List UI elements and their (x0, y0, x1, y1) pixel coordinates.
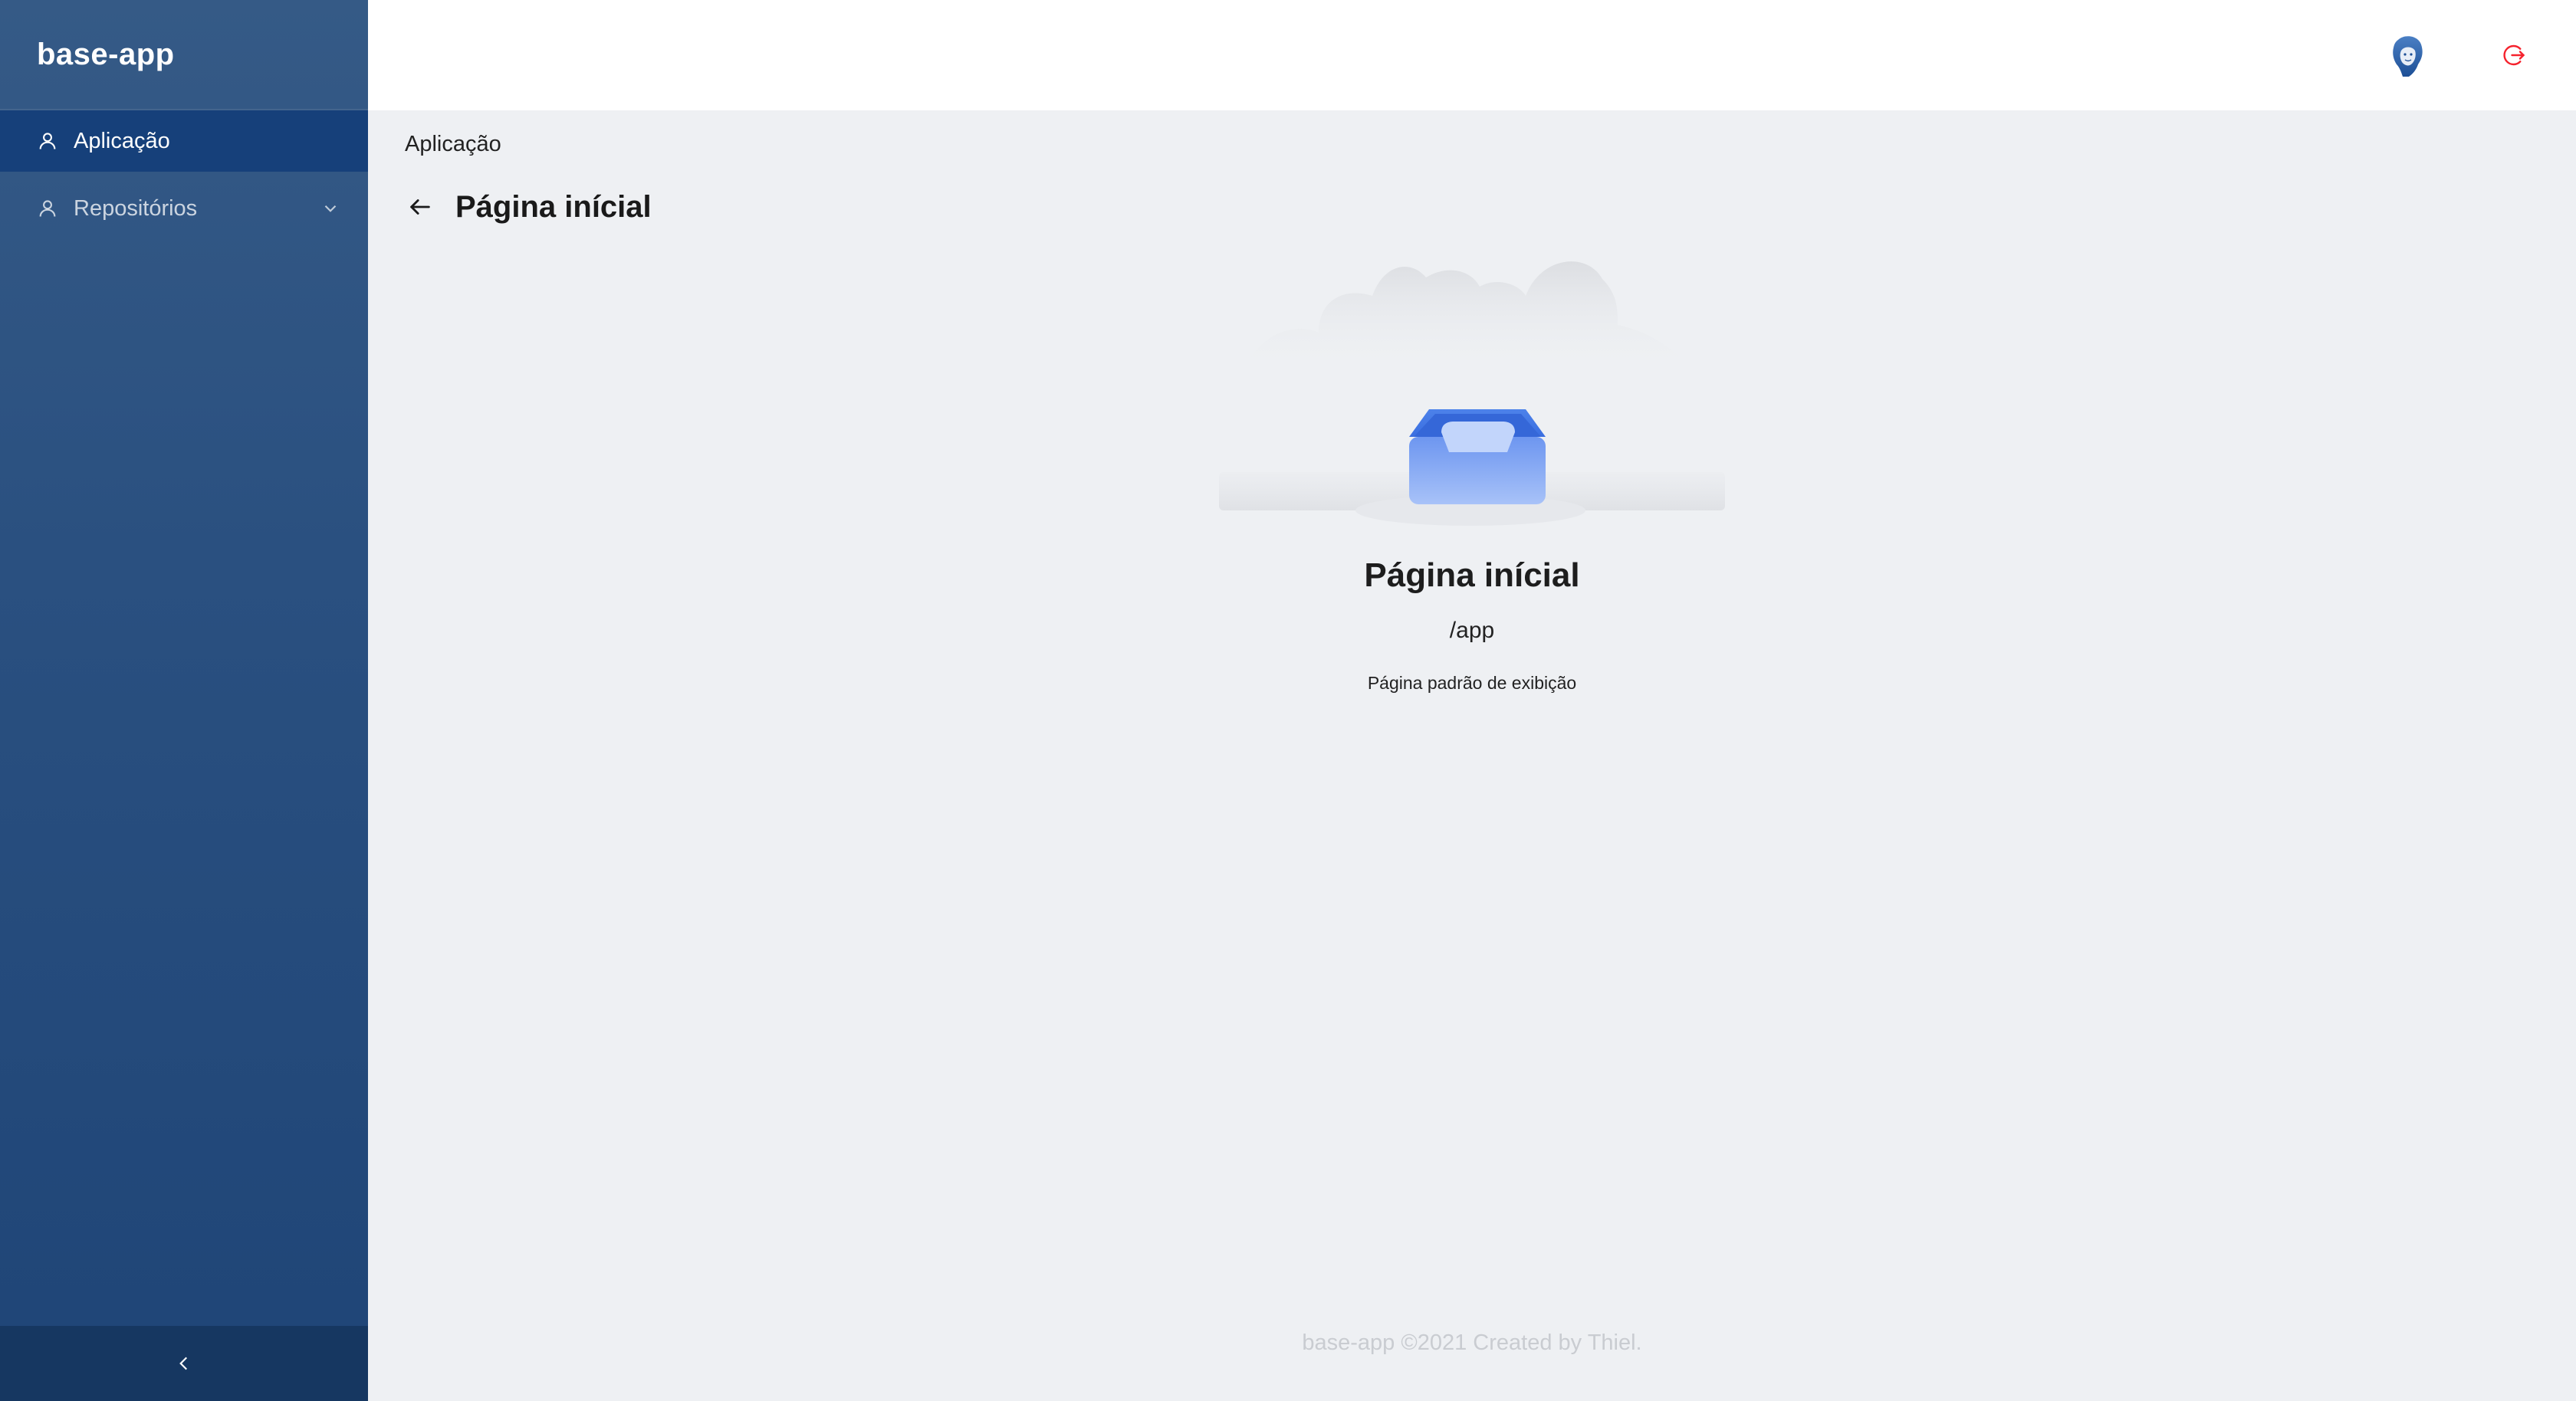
logout-icon (2499, 41, 2527, 69)
logout-button[interactable] (2498, 38, 2528, 72)
chevron-left-icon (174, 1353, 194, 1373)
empty-state: Página inícial /app Página padrão de exi… (368, 248, 2576, 694)
empty-inbox-illustration (1219, 261, 1725, 526)
page-header: Página inícial (405, 184, 652, 230)
empty-state-title: Página inícial (1364, 556, 1580, 594)
sidebar-item-repositorios[interactable]: Repositórios (0, 178, 368, 239)
top-header (368, 0, 2576, 110)
arrow-left-icon (407, 194, 433, 220)
user-avatar[interactable] (2386, 34, 2429, 80)
user-icon (37, 130, 58, 152)
sidebar-item-aplicacao[interactable]: Aplicação (0, 110, 368, 172)
main-content: Aplicação Página inícial Página inícial … (368, 110, 2576, 1401)
breadcrumb[interactable]: Aplicação (405, 132, 501, 157)
brand[interactable]: base-app (0, 0, 368, 110)
footer-text: base-app ©2021 Created by Thiel. (1302, 1330, 1642, 1355)
empty-state-subtitle: /app (1449, 618, 1495, 643)
page-title: Página inícial (455, 189, 652, 224)
back-button[interactable] (405, 192, 435, 222)
sidebar: base-app Aplicação Repositórios (0, 0, 368, 1401)
empty-state-description: Página padrão de exibição (1367, 673, 1577, 693)
sidebar-item-label: Repositórios (74, 195, 198, 221)
sidebar-item-label: Aplicação (74, 128, 170, 153)
user-icon (37, 198, 58, 219)
brand-name: base-app (37, 37, 175, 71)
sidebar-collapse-button[interactable] (0, 1326, 368, 1401)
chevron-down-icon[interactable] (320, 199, 340, 218)
breadcrumb-item[interactable]: Aplicação (405, 132, 501, 156)
app-root: base-app Aplicação Repositórios Aplicaçã… (0, 0, 2576, 1401)
footer: base-app ©2021 Created by Thiel. (368, 1330, 2576, 1356)
